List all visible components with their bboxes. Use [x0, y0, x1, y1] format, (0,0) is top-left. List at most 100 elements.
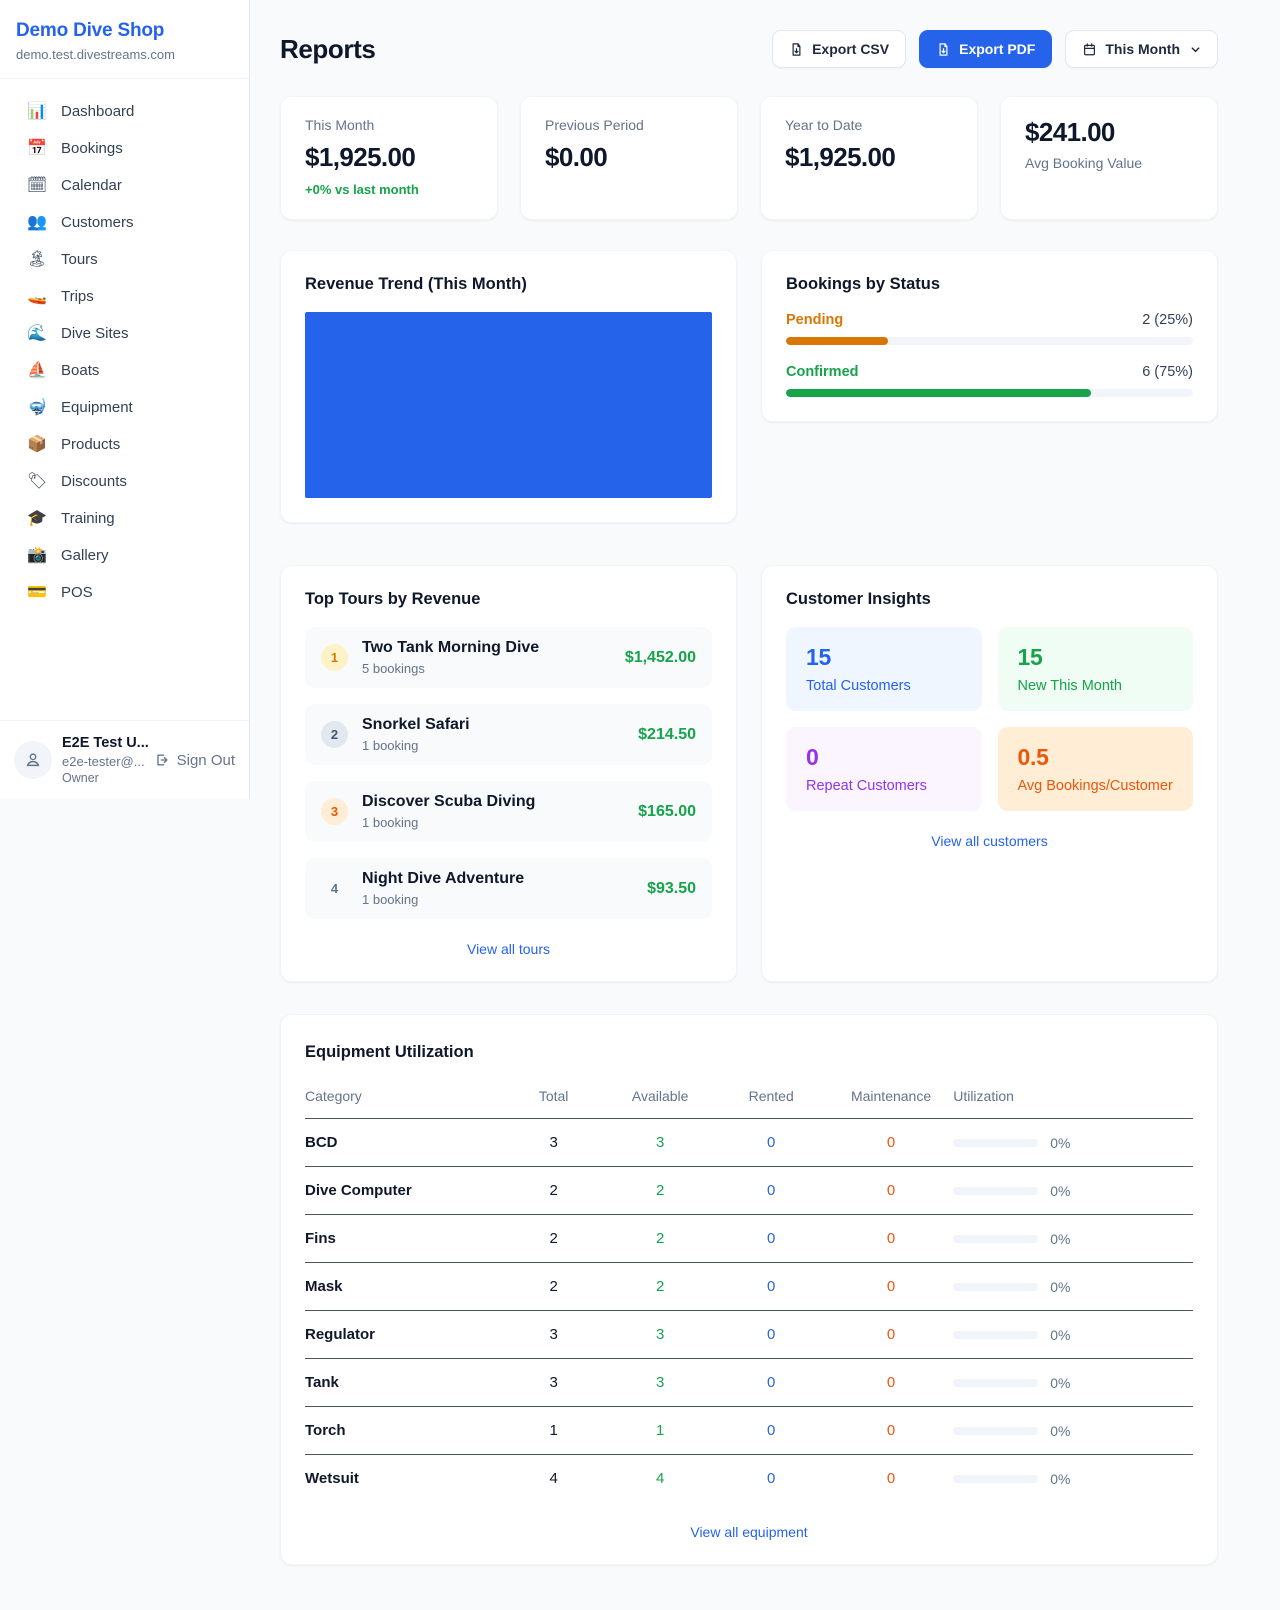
sign-out-button[interactable]: Sign Out: [154, 752, 235, 769]
insight-label: New This Month: [1018, 678, 1174, 694]
equipment-rented: 0: [713, 1407, 828, 1455]
equipment-row: Regulator33000%: [305, 1311, 1193, 1359]
sidebar-item-label: Bookings: [61, 140, 123, 157]
status-list: Pending2 (25%)Confirmed6 (75%): [786, 312, 1193, 397]
equipment-total: 2: [500, 1263, 607, 1311]
utilization-bar: [953, 1379, 1038, 1387]
stat-value: $1,925.00: [785, 142, 953, 173]
equipment-available: 3: [607, 1359, 714, 1407]
sidebar-item-dive-sites[interactable]: 🌊Dive Sites: [12, 315, 237, 352]
sidebar-item-label: Boats: [61, 362, 99, 379]
equipment-total: 3: [500, 1119, 607, 1167]
wave-icon: 🌊: [26, 326, 48, 342]
status-item: Confirmed6 (75%): [786, 364, 1193, 397]
export-csv-button[interactable]: Export CSV: [772, 30, 906, 68]
lists-row: Top Tours by Revenue 1Two Tank Morning D…: [280, 565, 1218, 982]
rank-badge: 3: [321, 798, 348, 825]
tour-list-item: 1Two Tank Morning Dive5 bookings$1,452.0…: [305, 627, 712, 688]
sidebar-item-calendar[interactable]: 🗓Calendar: [12, 167, 237, 204]
insight-tile: 0Repeat Customers: [786, 727, 982, 811]
equipment-total: 3: [500, 1359, 607, 1407]
utilization-pct: 0%: [1050, 1135, 1070, 1151]
stat-value: $1,925.00: [305, 142, 473, 173]
equipment-category: Dive Computer: [305, 1167, 500, 1215]
col-category: Category: [305, 1080, 500, 1119]
sidebar-item-products[interactable]: 📦Products: [12, 426, 237, 463]
brand: Demo Dive Shop demo.test.divestreams.com: [0, 0, 249, 79]
sidebar-item-label: Discounts: [61, 473, 127, 490]
tour-bookings: 1 booking: [362, 738, 624, 753]
calendar-icon: [1082, 42, 1097, 57]
revenue-trend-title: Revenue Trend (This Month): [305, 275, 712, 294]
tour-info: Night Dive Adventure1 booking: [362, 870, 633, 907]
utilization-cell: 0%: [953, 1471, 1193, 1487]
equipment-rented: 0: [713, 1263, 828, 1311]
sidebar-item-pos[interactable]: 💳POS: [12, 574, 237, 611]
equipment-maintenance: 0: [829, 1167, 953, 1215]
island-icon: 🏝: [26, 252, 48, 268]
export-pdf-button[interactable]: Export PDF: [919, 30, 1052, 68]
equipment-total: 2: [500, 1215, 607, 1263]
insight-label: Avg Bookings/Customer: [1018, 778, 1174, 794]
equipment-available: 4: [607, 1455, 714, 1503]
people-icon: 👥: [26, 215, 48, 231]
equipment-table: Category Total Available Rented Maintena…: [305, 1080, 1193, 1502]
sidebar-item-boats[interactable]: ⛵ Boats: [12, 352, 237, 389]
sidebar-item-dashboard[interactable]: 📊Dashboard: [12, 93, 237, 130]
sidebar-item-label: Calendar: [61, 177, 122, 194]
tour-name: Snorkel Safari: [362, 716, 624, 734]
view-all-equipment-link[interactable]: View all equipment: [305, 1524, 1193, 1540]
utilization-bar: [953, 1427, 1038, 1435]
rank-badge: 4: [321, 875, 348, 902]
page-title: Reports: [280, 34, 375, 65]
tour-list-item: 4 Night Dive Adventure1 booking $93.50: [305, 858, 712, 919]
bar-chart-icon: 📊: [26, 104, 48, 120]
equipment-maintenance: 0: [829, 1263, 953, 1311]
charts-row: Revenue Trend (This Month) Bookings by S…: [280, 250, 1218, 523]
sidebar-item-tours[interactable]: 🏝Tours: [12, 241, 237, 278]
tour-name: Discover Scuba Diving: [362, 793, 624, 811]
sidebar-item-trips[interactable]: 🚤Trips: [12, 278, 237, 315]
tag-icon: 🏷: [26, 474, 48, 490]
header-actions: Export CSV Export PDF This Month: [772, 30, 1218, 68]
package-icon: 📦: [26, 437, 48, 453]
equipment-available: 3: [607, 1311, 714, 1359]
tour-list-item: 3Discover Scuba Diving1 booking$165.00: [305, 781, 712, 842]
equipment-category: Tank: [305, 1359, 500, 1407]
tour-amount: $93.50: [647, 880, 696, 898]
utilization-bar: [953, 1331, 1038, 1339]
sidebar-item-label: Trips: [61, 288, 94, 305]
equipment-table-header: Category Total Available Rented Maintena…: [305, 1080, 1193, 1119]
insight-value: 0: [806, 744, 962, 771]
sidebar-item-label: POS: [61, 584, 93, 601]
period-dropdown[interactable]: This Month: [1065, 30, 1218, 68]
sailboat-icon: ⛵: [26, 363, 48, 379]
bookings-by-status-card: Bookings by Status Pending2 (25%)Confirm…: [761, 250, 1218, 422]
utilization-cell: 0%: [953, 1231, 1193, 1247]
status-label: Pending: [786, 312, 843, 328]
equipment-maintenance: 0: [829, 1359, 953, 1407]
status-label: Confirmed: [786, 364, 859, 380]
export-csv-label: Export CSV: [812, 41, 889, 57]
stat-label: This Month: [305, 117, 473, 133]
equipment-available: 2: [607, 1263, 714, 1311]
sidebar-item-discounts[interactable]: 🏷 Discounts: [12, 463, 237, 500]
equipment-total: 3: [500, 1311, 607, 1359]
view-all-customers-link[interactable]: View all customers: [786, 833, 1193, 849]
sidebar-item-bookings[interactable]: 📅Bookings: [12, 130, 237, 167]
equipment-utilization: 0%: [953, 1215, 1193, 1263]
insight-value: 15: [1018, 644, 1174, 671]
sidebar-item-customers[interactable]: 👥Customers: [12, 204, 237, 241]
sidebar-item-training[interactable]: 🎓Training: [12, 500, 237, 537]
sidebar-item-equipment[interactable]: 🤿Equipment: [12, 389, 237, 426]
user-name: E2E Test U...: [62, 735, 144, 751]
view-all-tours-link[interactable]: View all tours: [305, 941, 712, 957]
equipment-available: 1: [607, 1407, 714, 1455]
equipment-category: Regulator: [305, 1311, 500, 1359]
progress-track: [786, 389, 1193, 397]
equipment-row: Tank33000%: [305, 1359, 1193, 1407]
top-tours-title: Top Tours by Revenue: [305, 590, 712, 609]
equipment-rented: 0: [713, 1311, 828, 1359]
stat-delta: +0% vs last month: [305, 182, 473, 197]
sidebar-item-gallery[interactable]: 📸Gallery: [12, 537, 237, 574]
